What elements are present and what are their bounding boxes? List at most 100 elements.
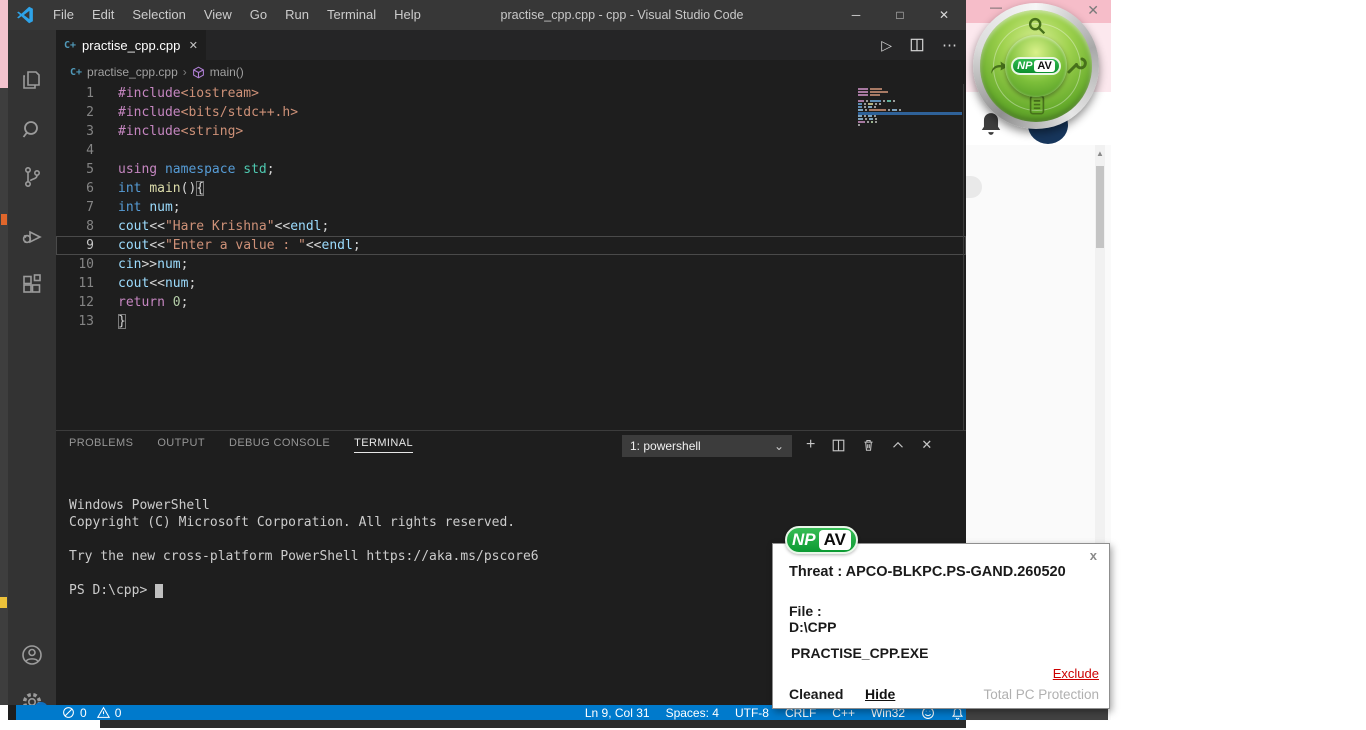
maximize-button[interactable]: □ (878, 0, 922, 30)
panel-tab-debug-console[interactable]: DEBUG CONSOLE (229, 437, 330, 453)
code-line-11[interactable]: 11cout<<num; (56, 274, 966, 293)
code-line-2[interactable]: 2#include<bits/stdc++.h> (56, 103, 966, 122)
side-tab-pill (966, 176, 982, 198)
background-window-left-edge (0, 0, 8, 88)
panel-tab-output[interactable]: OUTPUT (157, 437, 205, 453)
split-terminal-icon[interactable] (832, 439, 845, 452)
status-problems[interactable]: 0 0 (62, 706, 121, 720)
maximize-panel-chevron-icon[interactable] (892, 439, 904, 451)
line-text: #include<string> (94, 122, 243, 141)
menu-run[interactable]: Run (276, 0, 318, 30)
line-text: cout<<num; (94, 274, 196, 293)
shell-select[interactable]: 1: powershell ⌄ (622, 435, 792, 457)
close-panel-icon[interactable]: ✕ (921, 437, 932, 453)
screen: FileEditSelectionViewGoRunTerminalHelp p… (0, 0, 1366, 730)
threat-text: Threat : APCO-BLKPC.PS-GAND.260520 (789, 564, 1066, 580)
run-button[interactable]: ▷ (881, 37, 892, 54)
explorer-icon[interactable] (20, 68, 44, 92)
tools-wrench-icon[interactable] (1064, 55, 1088, 79)
symbol-method-icon (192, 66, 205, 79)
scrollbar-thumb[interactable] (1096, 166, 1104, 248)
line-number: 9 (56, 236, 94, 255)
npav-dial-center-button[interactable]: NP AV (1005, 35, 1067, 97)
panel-tab-terminal[interactable]: TERMINAL (354, 437, 413, 453)
menu-selection[interactable]: Selection (123, 0, 194, 30)
account-icon[interactable] (20, 643, 44, 667)
menu-view[interactable]: View (195, 0, 241, 30)
new-terminal-icon[interactable]: + (806, 436, 815, 454)
close-button[interactable]: ✕ (922, 0, 966, 30)
cpp-file-icon: C+ (64, 40, 76, 51)
hide-link[interactable]: Hide (865, 686, 895, 702)
background-desktop-speck (0, 597, 7, 608)
npav-logo-av: AV (819, 530, 851, 550)
breadcrumb-file[interactable]: practise_cpp.cpp (87, 65, 178, 79)
line-text: int num; (94, 198, 181, 217)
kill-terminal-trash-icon[interactable] (862, 438, 875, 452)
code-line-5[interactable]: 5using namespace std; (56, 160, 966, 179)
menu-file[interactable]: File (44, 0, 83, 30)
npav-dial-face: NP AV (980, 10, 1092, 122)
status-item-ln-9-col-31[interactable]: Ln 9, Col 31 (585, 706, 650, 720)
panel-tab-problems[interactable]: PROBLEMS (69, 437, 133, 453)
code-line-4[interactable]: 4 (56, 141, 966, 160)
menu-terminal[interactable]: Terminal (318, 0, 385, 30)
search-icon[interactable] (20, 118, 44, 142)
scrollbar-up-arrow[interactable]: ▲ (1095, 148, 1105, 160)
line-number: 6 (56, 179, 94, 198)
code-line-10[interactable]: 10cin>>num; (56, 255, 966, 274)
npav-minimize-icon[interactable]: — (990, 0, 1002, 14)
code-line-1[interactable]: 1#include<iostream> (56, 84, 966, 103)
chevron-down-icon: ⌄ (774, 439, 784, 453)
npav-logo-np: NP (792, 530, 816, 550)
line-number: 8 (56, 217, 94, 236)
scan-magnifier-icon[interactable] (1026, 15, 1048, 37)
window-title: practise_cpp.cpp - cpp - Visual Studio C… (408, 0, 836, 30)
menu-list-icon[interactable] (1026, 94, 1048, 116)
background-desktop-speck (1, 214, 7, 225)
code-line-7[interactable]: 7int num; (56, 198, 966, 217)
warning-count: 0 (115, 706, 122, 720)
tab-close-icon[interactable]: ✕ (189, 39, 198, 52)
menubar: FileEditSelectionViewGoRunTerminalHelp (44, 0, 430, 30)
minimize-button[interactable]: ─ (834, 0, 878, 30)
status-item-spaces-4[interactable]: Spaces: 4 (666, 706, 719, 720)
status-item-utf-8[interactable]: UTF-8 (735, 706, 769, 720)
run-debug-icon[interactable] (20, 225, 44, 249)
code-line-13[interactable]: 13} (56, 312, 966, 331)
more-actions-icon[interactable]: ⋯ (942, 36, 958, 54)
line-text: #include<bits/stdc++.h> (94, 103, 298, 122)
file-name: PRACTISE_CPP.EXE (791, 645, 928, 661)
line-text: cin>>num; (94, 255, 188, 274)
warning-icon (97, 706, 110, 719)
tab-practise-cpp[interactable]: C+ practise_cpp.cpp ✕ (56, 30, 206, 60)
breadcrumb-separator: › (183, 65, 187, 79)
split-editor-icon[interactable] (910, 38, 924, 52)
breadcrumb-symbol[interactable]: main() (210, 65, 244, 79)
npav-logo: NP AV (785, 526, 858, 554)
line-text: } (94, 312, 126, 331)
code-editor[interactable]: 1#include<iostream>2#include<bits/stdc++… (56, 84, 966, 430)
line-text (94, 141, 118, 160)
minimap-content (858, 88, 962, 127)
editor-area: C+ practise_cpp.cpp ✕ ▷ ⋯ C+ practise_cp… (56, 30, 966, 430)
popup-close-icon[interactable]: x (1090, 548, 1097, 563)
extensions-icon[interactable] (20, 273, 44, 297)
minimap[interactable] (858, 88, 962, 208)
code-line-9[interactable]: 9cout<<"Enter a value : "<<endl; (56, 236, 966, 255)
line-number: 2 (56, 103, 94, 122)
code-line-6[interactable]: 6int main(){ (56, 179, 966, 198)
brand-footer: Total PC Protection (983, 687, 1099, 702)
code-line-12[interactable]: 12return 0; (56, 293, 966, 312)
line-text: cout<<"Hare Krishna"<<endl; (94, 217, 329, 236)
npav-dial-widget[interactable]: NP AV (973, 3, 1099, 129)
menu-edit[interactable]: Edit (83, 0, 123, 30)
line-number: 5 (56, 160, 94, 179)
panel-actions: + ✕ (806, 434, 932, 456)
npav-close-icon[interactable]: ✕ (1087, 2, 1099, 19)
exclude-link[interactable]: Exclude (1053, 666, 1099, 681)
menu-go[interactable]: Go (241, 0, 276, 30)
source-control-icon[interactable] (20, 165, 44, 189)
code-line-8[interactable]: 8cout<<"Hare Krishna"<<endl; (56, 217, 966, 236)
code-line-3[interactable]: 3#include<string> (56, 122, 966, 141)
